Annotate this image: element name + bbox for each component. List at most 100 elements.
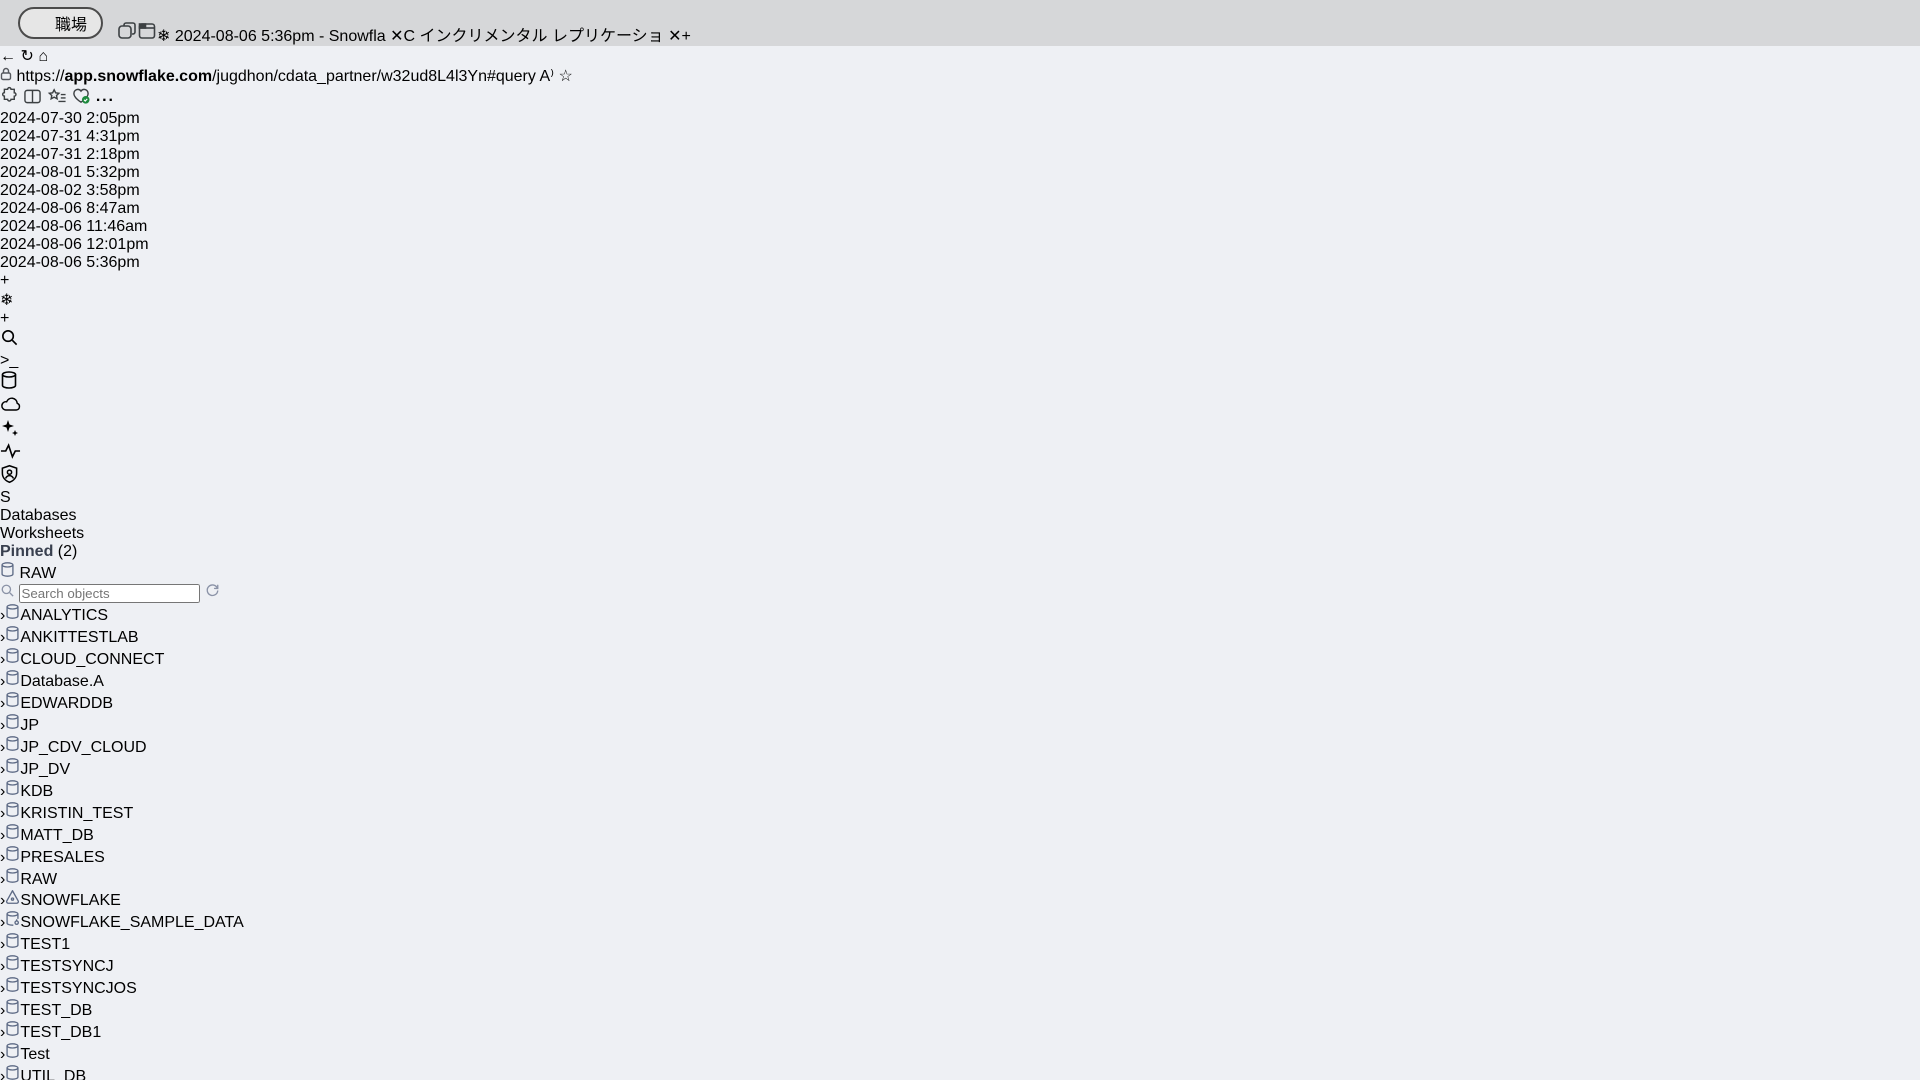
url-bar[interactable]: https://app.snowflake.com/jugdhon/cdata_… <box>0 66 1920 86</box>
worksheet-tab[interactable]: 2024-08-06 11:46am <box>0 218 1920 236</box>
browser-tabstrip: 職場 ❄ 2024-08-06 5:36pm - Snowfla ✕ C インク… <box>0 0 1920 46</box>
database-list-item[interactable]: ›UTIL_DB <box>0 1064 1920 1080</box>
refresh-objects-icon[interactable] <box>205 583 220 598</box>
browser-essentials-icon[interactable] <box>71 92 95 109</box>
worksheet-tabs: 2024-07-30 2:05pm2024-07-31 4:31pm2024-0… <box>0 110 1920 272</box>
governance-shield-icon[interactable] <box>0 464 1920 489</box>
database-icon <box>5 673 20 690</box>
search-icon <box>0 583 15 598</box>
database-name: TESTSYNCJ <box>20 958 113 975</box>
snowsight-app: 2024-07-30 2:05pm2024-07-31 4:31pm2024-0… <box>0 110 1920 1080</box>
collections-icon[interactable] <box>47 92 71 109</box>
worksheet-tab[interactable]: 2024-07-31 4:31pm <box>0 128 1920 146</box>
search-icon[interactable] <box>0 328 1920 352</box>
worksheet-tab[interactable]: 2024-08-06 5:36pm <box>0 254 1920 272</box>
browser-new-tab-button[interactable]: + <box>682 28 691 46</box>
browser-addressbar: ← ↻ ⌂ https://app.snowflake.com/jugdhon/… <box>0 46 1920 110</box>
database-list-item[interactable]: ›TEST_DB1 <box>0 1020 1920 1042</box>
database-list-item[interactable]: ›SNOWFLAKE <box>0 889 1920 910</box>
vertical-tabs-icon[interactable] <box>137 21 157 46</box>
database-list-item[interactable]: ›JP_CDV_CLOUD <box>0 735 1920 757</box>
tab-databases[interactable]: Databases <box>0 507 1920 525</box>
browser-tab-title: 2024-08-06 5:36pm - Snowfla <box>175 28 386 45</box>
split-screen-icon[interactable] <box>23 92 46 109</box>
database-icon <box>5 651 20 668</box>
worksheet-tab[interactable]: 2024-08-01 5:32pm <box>0 164 1920 182</box>
database-name: TEST_DB <box>20 1002 92 1019</box>
search-objects-input[interactable] <box>19 584 200 603</box>
tab-worksheets[interactable]: Worksheets <box>0 525 1920 543</box>
browser-tab-cdata[interactable]: C インクリメンタル レプリケーショ ✕ <box>404 22 682 46</box>
database-list-item[interactable]: ›Test <box>0 1042 1920 1064</box>
close-tab-icon[interactable]: ✕ <box>390 28 403 45</box>
workspaces-icon[interactable] <box>117 21 137 46</box>
database-name: Database.A <box>20 673 104 690</box>
worksheet-tabstrip: 2024-07-30 2:05pm2024-07-31 4:31pm2024-0… <box>0 110 1920 290</box>
database-list-item[interactable]: ›SNOWFLAKE_SAMPLE_DATA <box>0 910 1920 932</box>
sidebar: Databases Worksheets Pinned (2) RAW <box>0 507 1920 1080</box>
snowflake-favicon: ❄ <box>157 28 170 45</box>
create-new-icon[interactable]: + <box>0 310 1920 328</box>
worksheet-tab[interactable]: 2024-07-30 2:05pm <box>0 110 1920 128</box>
database-list-item[interactable]: ›ANALYTICS <box>0 603 1920 625</box>
browser-profile-button[interactable]: 職場 <box>18 7 103 39</box>
marketplace-cloud-icon[interactable] <box>0 395 1920 418</box>
database-list-item[interactable]: ›RAW <box>0 867 1920 889</box>
browser-tab-snowflake[interactable]: ❄ 2024-08-06 5:36pm - Snowfla ✕ <box>157 26 404 46</box>
database-icon <box>5 1024 20 1041</box>
database-name: UTIL_DB <box>20 1068 86 1080</box>
database-list-item[interactable]: ›TESTSYNCJOS <box>0 976 1920 998</box>
database-list-item[interactable]: ›TEST_DB <box>0 998 1920 1020</box>
worksheets-nav-icon[interactable]: >_ <box>0 352 1920 370</box>
database-list-item[interactable]: ›TESTSYNCJ <box>0 954 1920 976</box>
cdata-favicon: C <box>404 28 416 45</box>
database-list-item[interactable]: ›EDWARDDB <box>0 691 1920 713</box>
database-icon <box>5 761 20 778</box>
database-list-item[interactable]: ›Database.A <box>0 669 1920 691</box>
more-menu-icon[interactable]: ··· <box>96 92 115 109</box>
shared-database-icon <box>5 914 20 931</box>
database-icon <box>5 827 20 844</box>
profile-label: 職場 <box>55 11 87 35</box>
data-nav-icon[interactable] <box>0 370 1920 395</box>
pinned-item-raw[interactable]: RAW <box>0 561 1920 583</box>
database-icon <box>5 1046 20 1063</box>
user-avatar[interactable]: S <box>0 489 1920 507</box>
database-list-item[interactable]: ›TEST1 <box>0 932 1920 954</box>
read-aloud-icon[interactable]: A⁾ <box>539 68 554 85</box>
worksheet-tab[interactable]: 2024-08-02 3:58pm <box>0 182 1920 200</box>
activity-icon[interactable] <box>0 443 1920 464</box>
snowflake-logo-icon[interactable]: ❄ <box>0 290 1920 310</box>
worksheet-tab[interactable]: 2024-08-06 8:47am <box>0 200 1920 218</box>
database-list-item[interactable]: ›KDB <box>0 779 1920 801</box>
nav-rail: ❄ + >_ <box>0 290 1920 507</box>
home-icon[interactable]: ⌂ <box>38 48 48 65</box>
new-worksheet-tab-button[interactable]: + <box>0 272 1920 290</box>
database-list-item[interactable]: ›JP_DV <box>0 757 1920 779</box>
refresh-icon[interactable]: ↻ <box>20 48 33 65</box>
database-name: SNOWFLAKE <box>20 892 120 909</box>
sidebar-tabs: Databases Worksheets <box>0 507 1920 543</box>
back-icon[interactable]: ← <box>0 48 16 65</box>
database-list-item[interactable]: ›CLOUD_CONNECT <box>0 647 1920 669</box>
worksheet-tab[interactable]: 2024-07-31 2:18pm <box>0 146 1920 164</box>
database-name: RAW <box>20 871 57 888</box>
screen: 職場 ❄ 2024-08-06 5:36pm - Snowfla ✕ C インク… <box>0 0 1920 1080</box>
favorite-star-icon[interactable]: ☆ <box>559 68 573 85</box>
worksheet-tab[interactable]: 2024-08-06 12:01pm <box>0 236 1920 254</box>
database-list-item[interactable]: ›MATT_DB <box>0 823 1920 845</box>
database-list-item[interactable]: ›JP <box>0 713 1920 735</box>
database-list-item[interactable]: ›ANKITTESTLAB <box>0 625 1920 647</box>
app-icon <box>5 892 20 909</box>
extensions-puzzle-icon[interactable] <box>0 92 23 109</box>
database-icon <box>5 1002 20 1019</box>
database-name: MATT_DB <box>20 827 93 844</box>
database-list-item[interactable]: ›PRESALES <box>0 845 1920 867</box>
database-icon <box>5 936 20 953</box>
pinned-section-label: Pinned (2) <box>0 543 1920 561</box>
database-icon <box>0 565 19 582</box>
database-icon <box>5 805 20 822</box>
ai-ml-sparkles-icon[interactable] <box>0 418 1920 443</box>
close-tab-icon[interactable]: ✕ <box>668 28 681 45</box>
database-list-item[interactable]: ›KRISTIN_TEST <box>0 801 1920 823</box>
